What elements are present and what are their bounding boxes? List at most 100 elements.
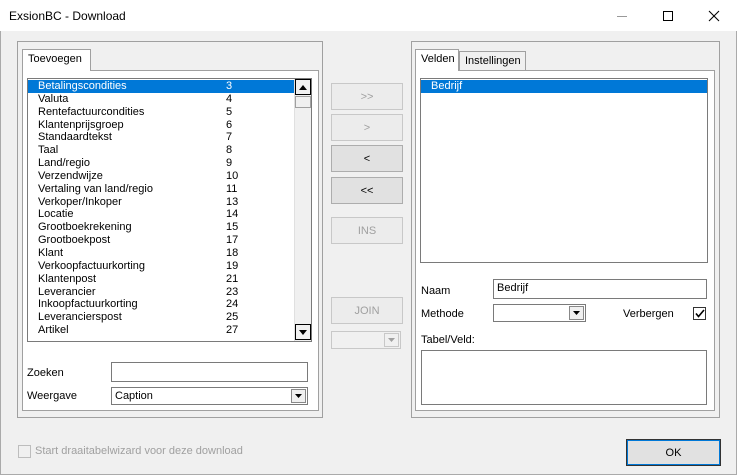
list-item-name: Artikel [38, 324, 69, 337]
list-item[interactable]: Verkoopfactuurkorting 19 [28, 260, 294, 273]
list-item-number: 3 [226, 80, 233, 92]
list-item[interactable]: Leverancier 23 [28, 286, 294, 299]
list-item-number: 7 [226, 131, 233, 144]
list-item-number: 17 [226, 234, 239, 247]
list-item-name: Verzendwijze [38, 169, 103, 182]
list-item-name: Verkoopfactuurkorting [38, 259, 146, 272]
list-item-number: 6 [226, 118, 233, 131]
list-item-name: Locatie [38, 208, 74, 221]
list-item-name: Inkoopfactuurkorting [38, 298, 138, 311]
list-item-number: 21 [226, 272, 239, 285]
list-item[interactable]: Klant 18 [28, 247, 294, 260]
insert-button[interactable]: INS [331, 217, 403, 244]
maximize-icon [663, 10, 673, 21]
scroll-down-button[interactable] [295, 324, 311, 340]
table-list: Betalingscondities 3 Valuta 4 Rentefactuurco… [28, 80, 294, 337]
list-item[interactable]: Valuta 4 [28, 93, 294, 106]
remove-all-button[interactable]: << [331, 177, 403, 204]
list-item-name: Klantenprijsgroep [38, 118, 124, 131]
list-item[interactable]: Standaardtekst 7 [28, 131, 294, 144]
list-item[interactable]: Verkoper/Inkoper 13 [28, 196, 294, 209]
add-all-button[interactable]: >> [331, 83, 403, 110]
list-item[interactable]: Vertaling van land/regio 11 [28, 183, 294, 196]
list-item-name: Vertaling van land/regio [38, 182, 153, 195]
fields-listbox[interactable]: Bedrijf [420, 78, 708, 263]
join-button[interactable]: JOIN [331, 297, 403, 324]
scroll-up-button[interactable] [295, 79, 311, 95]
method-combo[interactable] [493, 304, 586, 322]
list-item-number: 18 [226, 246, 239, 259]
list-item-name: Standaardtekst [38, 131, 112, 144]
list-item-name: Verkoper/Inkoper [38, 195, 122, 208]
list-item[interactable]: Inkoopfactuurkorting 24 [28, 298, 294, 311]
scroll-up-icon [299, 84, 307, 90]
list-item-number: 23 [226, 285, 239, 298]
minimize-button[interactable] [599, 0, 645, 31]
chevron-down-icon [388, 338, 395, 342]
minimize-icon [617, 15, 627, 17]
list-item-number: 14 [226, 208, 239, 221]
list-item-number: 5 [226, 105, 233, 118]
list-item-number: 19 [226, 259, 239, 272]
search-input[interactable] [111, 362, 308, 382]
list-item-number: 11 [226, 182, 238, 195]
pivot-checkbox[interactable] [18, 445, 31, 458]
remove-button[interactable]: < [331, 145, 403, 172]
tab-instellingen[interactable]: Instellingen [459, 51, 526, 71]
hide-checkbox[interactable] [693, 307, 706, 320]
maximize-button[interactable] [645, 0, 691, 31]
list-item-name: Land/regio [38, 157, 90, 170]
list-item-name: Klantenpost [38, 272, 97, 285]
list-item[interactable]: Leverancierspost 25 [28, 311, 294, 324]
list-item[interactable]: Locatie 14 [28, 208, 294, 221]
list-item-name: Leverancier [38, 285, 96, 298]
list-item-number: 4 [226, 92, 233, 105]
hide-label: Verbergen [623, 308, 674, 320]
tab-velden-label: Velden [421, 53, 455, 65]
list-item-name: Grootboekrekening [38, 221, 132, 234]
method-combo-button[interactable] [569, 306, 584, 320]
pivot-label: Start draaitabelwizard voor deze downloa… [35, 445, 243, 457]
close-button[interactable] [691, 0, 737, 31]
ok-button[interactable]: OK [626, 439, 721, 466]
display-label: Weergave [27, 390, 77, 402]
list-item-name: Taal [38, 144, 59, 157]
list-item[interactable]: Verzendwijze 10 [28, 170, 294, 183]
table-list-scrollbar[interactable] [294, 79, 311, 341]
field-item[interactable]: Bedrijf [421, 80, 707, 93]
list-item[interactable]: Grootboekrekening 15 [28, 221, 294, 234]
fields-list: Bedrijf [421, 80, 707, 93]
name-input[interactable]: Bedrijf [493, 279, 707, 299]
list-item[interactable]: Rentefactuurcondities 5 [28, 106, 294, 119]
scroll-down-icon [299, 329, 307, 335]
list-item[interactable]: Klantenprijsgroep 6 [28, 119, 294, 132]
display-combo[interactable]: Caption [111, 387, 308, 405]
table-listbox[interactable]: Betalingscondities 3 Valuta 4 Rentefactuurco… [27, 78, 312, 342]
window-title: ExsionBC - Download [9, 9, 126, 23]
list-item-name: Klant [38, 246, 64, 259]
list-item[interactable]: Artikel 27 [28, 324, 294, 337]
tab-instellingen-label: Instellingen [465, 55, 521, 67]
list-item[interactable]: Land/regio 9 [28, 157, 294, 170]
list-item-number: 10 [226, 169, 239, 182]
join-combo-button[interactable] [384, 333, 399, 347]
list-item-name: Valuta [38, 92, 69, 105]
list-item[interactable]: Betalingscondities 3 [28, 80, 294, 93]
list-item-number: 15 [226, 221, 239, 234]
list-item[interactable]: Taal 8 [28, 144, 294, 157]
list-item[interactable]: Grootboekpost 17 [28, 234, 294, 247]
table-field-label: Tabel/Veld: [421, 334, 475, 346]
tab-toevoegen[interactable]: Toevoegen [22, 49, 91, 71]
list-item[interactable]: Klantenpost 21 [28, 273, 294, 286]
display-combo-button[interactable] [291, 389, 306, 403]
add-button[interactable]: > [331, 114, 403, 141]
join-combo[interactable] [331, 331, 401, 349]
scroll-thumb[interactable] [295, 96, 311, 108]
chevron-down-icon [573, 311, 580, 315]
tab-velden[interactable]: Velden [415, 49, 459, 71]
list-item-number: 13 [226, 195, 239, 208]
tab-toevoegen-label: Toevoegen [28, 53, 82, 65]
table-field-textarea[interactable] [421, 350, 707, 405]
list-item-number: 9 [226, 157, 233, 170]
list-item-name: Betalingscondities [38, 80, 127, 92]
